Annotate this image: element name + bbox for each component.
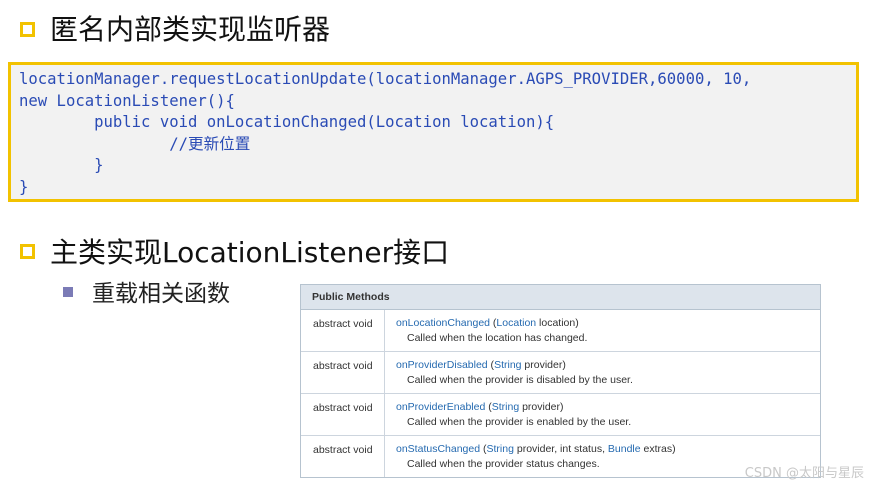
sig-text: extras) [640, 443, 676, 455]
code-line: new LocationListener(){ [19, 91, 235, 110]
method-link[interactable]: onProviderEnabled [396, 401, 485, 413]
method-signature: onStatusChanged (String provider, int st… [396, 443, 820, 455]
method-description: Called when the location has changed. [407, 332, 588, 344]
type-link[interactable]: String [492, 401, 519, 413]
method-modifier: abstract void [301, 310, 385, 351]
table-row: abstract void onLocationChanged (Locatio… [301, 310, 820, 352]
code-block: locationManager.requestLocationUpdate(lo… [8, 62, 859, 202]
watermark: CSDN @太阳与星辰 [744, 466, 864, 481]
method-cell: onProviderEnabled (String provider) Call… [385, 394, 820, 435]
type-link[interactable]: String [487, 443, 514, 455]
sig-text: provider) [519, 401, 564, 413]
method-modifier: abstract void [301, 436, 385, 477]
table-header: Public Methods [301, 285, 820, 310]
heading1: 匿名内部类实现监听器 [50, 13, 331, 46]
method-modifier: abstract void [301, 394, 385, 435]
sub-bullet-icon [63, 287, 73, 297]
method-description: Called when the provider is enabled by t… [407, 416, 632, 428]
sig-text: provider, int status, [513, 443, 608, 455]
method-signature: onProviderEnabled (String provider) [396, 401, 820, 413]
public-methods-table: Public Methods abstract void onLocationC… [300, 284, 821, 478]
code-line: } [19, 177, 29, 196]
method-description: Called when the provider is disabled by … [407, 374, 633, 386]
type-link[interactable]: Bundle [608, 443, 641, 455]
type-link[interactable]: String [494, 359, 521, 371]
method-signature: onProviderDisabled (String provider) [396, 359, 820, 371]
sig-text: location) [536, 317, 579, 329]
table-row: abstract void onProviderEnabled (String … [301, 394, 820, 436]
type-link[interactable]: Location [496, 317, 536, 329]
code-line: public void onLocationChanged(Location l… [19, 113, 555, 131]
heading2: 主类实现LocationListener接口 [50, 236, 450, 269]
table-row: abstract void onStatusChanged (String pr… [301, 436, 820, 477]
method-link[interactable]: onProviderDisabled [396, 359, 488, 371]
code-line: locationManager.requestLocationUpdate(lo… [19, 70, 752, 88]
heading2-bullet-icon [20, 244, 35, 259]
code-line: } [19, 156, 104, 174]
method-link[interactable]: onLocationChanged [396, 317, 490, 329]
table-row: abstract void onProviderDisabled (String… [301, 352, 820, 394]
method-signature: onLocationChanged (Location location) [396, 317, 820, 329]
sub-bullet-text: 重载相关函数 [92, 281, 230, 307]
method-link[interactable]: onStatusChanged [396, 443, 480, 455]
code-line: //更新位置 [19, 134, 251, 153]
method-cell: onProviderDisabled (String provider) Cal… [385, 352, 820, 393]
sig-text: provider) [521, 359, 566, 371]
method-cell: onLocationChanged (Location location) Ca… [385, 310, 820, 351]
method-modifier: abstract void [301, 352, 385, 393]
heading1-bullet-icon [20, 22, 35, 37]
